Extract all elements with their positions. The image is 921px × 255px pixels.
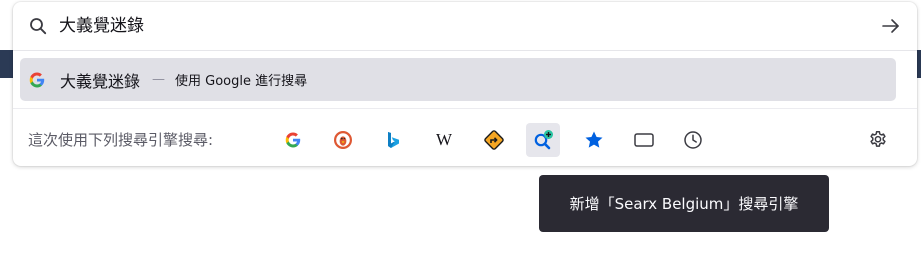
road-sign-icon: [484, 130, 504, 150]
duckduckgo-icon: [334, 131, 352, 149]
urlbar-dropdown: 大義覺迷錄 — 使用 Google 進行搜尋 這次使用下列搜尋引擎搜尋:: [13, 2, 917, 166]
url-input[interactable]: [59, 11, 859, 41]
engine-button-route[interactable]: [477, 123, 511, 157]
search-settings-button[interactable]: [861, 123, 895, 157]
go-button[interactable]: [879, 14, 903, 38]
search-icon: [29, 17, 47, 35]
star-icon: [585, 131, 603, 148]
tab-icon: [634, 133, 654, 147]
search-suggestion-row[interactable]: 大義覺迷錄 — 使用 Google 進行搜尋: [20, 58, 896, 101]
engine-button-bookmarks[interactable]: [577, 123, 611, 157]
add-search-engine-icon: [534, 130, 553, 150]
google-icon: [285, 132, 301, 148]
engine-button-bing[interactable]: [377, 123, 411, 157]
engine-button-tabs[interactable]: [627, 123, 661, 157]
suggestion-query: 大義覺迷錄: [60, 71, 141, 91]
wikipedia-icon: W: [436, 130, 453, 149]
bing-icon: [388, 132, 399, 148]
one-off-label: 這次使用下列搜尋引擎搜尋:: [28, 131, 214, 149]
suggestion-separator: —: [152, 72, 166, 87]
engine-button-duckduckgo[interactable]: [326, 123, 360, 157]
urlbar: [13, 2, 917, 50]
engine-button-google[interactable]: [276, 123, 310, 157]
engine-button-add-searx-belgium[interactable]: [526, 123, 560, 157]
engine-button-history[interactable]: [676, 123, 710, 157]
engine-tooltip: 新增「Searx Belgium」搜尋引擎: [539, 175, 829, 232]
svg-text:W: W: [436, 130, 453, 149]
suggestion-action: 使用 Google 進行搜尋: [175, 74, 308, 89]
google-icon: [29, 72, 45, 88]
gear-icon: [870, 131, 886, 147]
urlbar-divider: [13, 50, 917, 51]
one-off-search-bar: 這次使用下列搜尋引擎搜尋: W: [13, 109, 917, 165]
engine-button-wikipedia[interactable]: W: [427, 123, 461, 157]
arrow-right-icon: [882, 19, 899, 33]
clock-icon: [684, 131, 702, 149]
